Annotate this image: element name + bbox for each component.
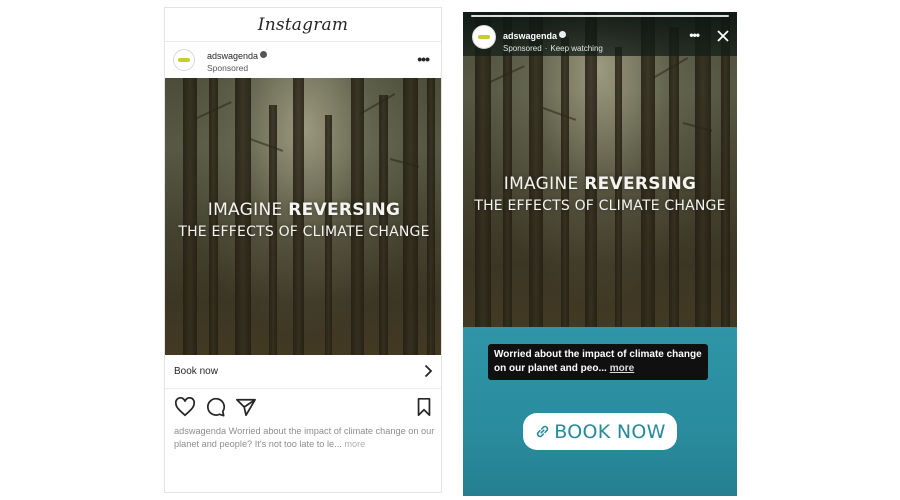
app-header: Instagram	[165, 8, 441, 42]
keep-watching-link[interactable]: Keep watching	[550, 44, 602, 53]
more-options-icon[interactable]: •••	[689, 29, 700, 41]
caption-more-link[interactable]: more	[342, 439, 365, 449]
cta-label: Book now	[174, 366, 218, 377]
story-caption[interactable]: Worried about the impact of climate chan…	[488, 344, 708, 380]
verified-badge-icon	[260, 51, 268, 59]
post-header: adswagenda Sponsored •••	[165, 42, 441, 78]
bookmark-icon[interactable]	[416, 397, 432, 417]
story-caption-text: Worried about the impact of climate chan…	[494, 349, 702, 374]
verified-badge-icon	[559, 31, 567, 39]
book-now-button[interactable]: BOOK NOW	[523, 413, 677, 450]
story-avatar[interactable]	[472, 25, 496, 49]
story-account-name[interactable]: adswagenda	[503, 31, 557, 41]
avatar[interactable]	[173, 49, 195, 71]
share-icon[interactable]	[235, 397, 257, 417]
heart-icon[interactable]	[174, 397, 196, 417]
more-options-icon[interactable]: •••	[417, 52, 430, 66]
caption-username[interactable]: adswagenda	[174, 426, 226, 436]
separator: ·	[544, 44, 548, 54]
story-caption-more-link[interactable]: more	[610, 363, 634, 374]
instagram-logo: Instagram	[257, 14, 349, 35]
account-name[interactable]: adswagenda	[207, 51, 258, 61]
post-actions	[174, 397, 434, 419]
story-cta-panel: Worried about the impact of climate chan…	[463, 327, 737, 496]
comment-icon[interactable]	[205, 397, 226, 417]
story-header: adswagenda Sponsored · Keep watching •••	[463, 12, 737, 56]
post-caption: adswagenda Worried about the impact of c…	[174, 425, 436, 451]
close-icon[interactable]	[717, 30, 729, 42]
link-icon	[537, 425, 549, 438]
chevron-right-icon	[424, 364, 433, 378]
instagram-feed-post: Instagram adswagenda Sponsored ••• IMAGI…	[164, 7, 442, 493]
book-now-label: BOOK NOW	[554, 420, 666, 443]
sponsored-label: Sponsored	[207, 63, 249, 74]
instagram-story-ad: IMAGINE REVERSING THE EFFECTS OF CLIMATE…	[463, 12, 737, 496]
post-image[interactable]: IMAGINE REVERSING THE EFFECTS OF CLIMATE…	[165, 78, 441, 355]
story-image[interactable]: IMAGINE REVERSING THE EFFECTS OF CLIMATE…	[463, 12, 737, 327]
book-now-cta[interactable]: Book now	[165, 355, 441, 389]
story-progress-bar	[471, 15, 729, 17]
story-sponsored-label: Sponsored	[503, 44, 542, 54]
image-headline: IMAGINE REVERSING THE EFFECTS OF CLIMATE…	[178, 200, 430, 240]
story-headline: IMAGINE REVERSING THE EFFECTS OF CLIMATE…	[474, 174, 726, 214]
